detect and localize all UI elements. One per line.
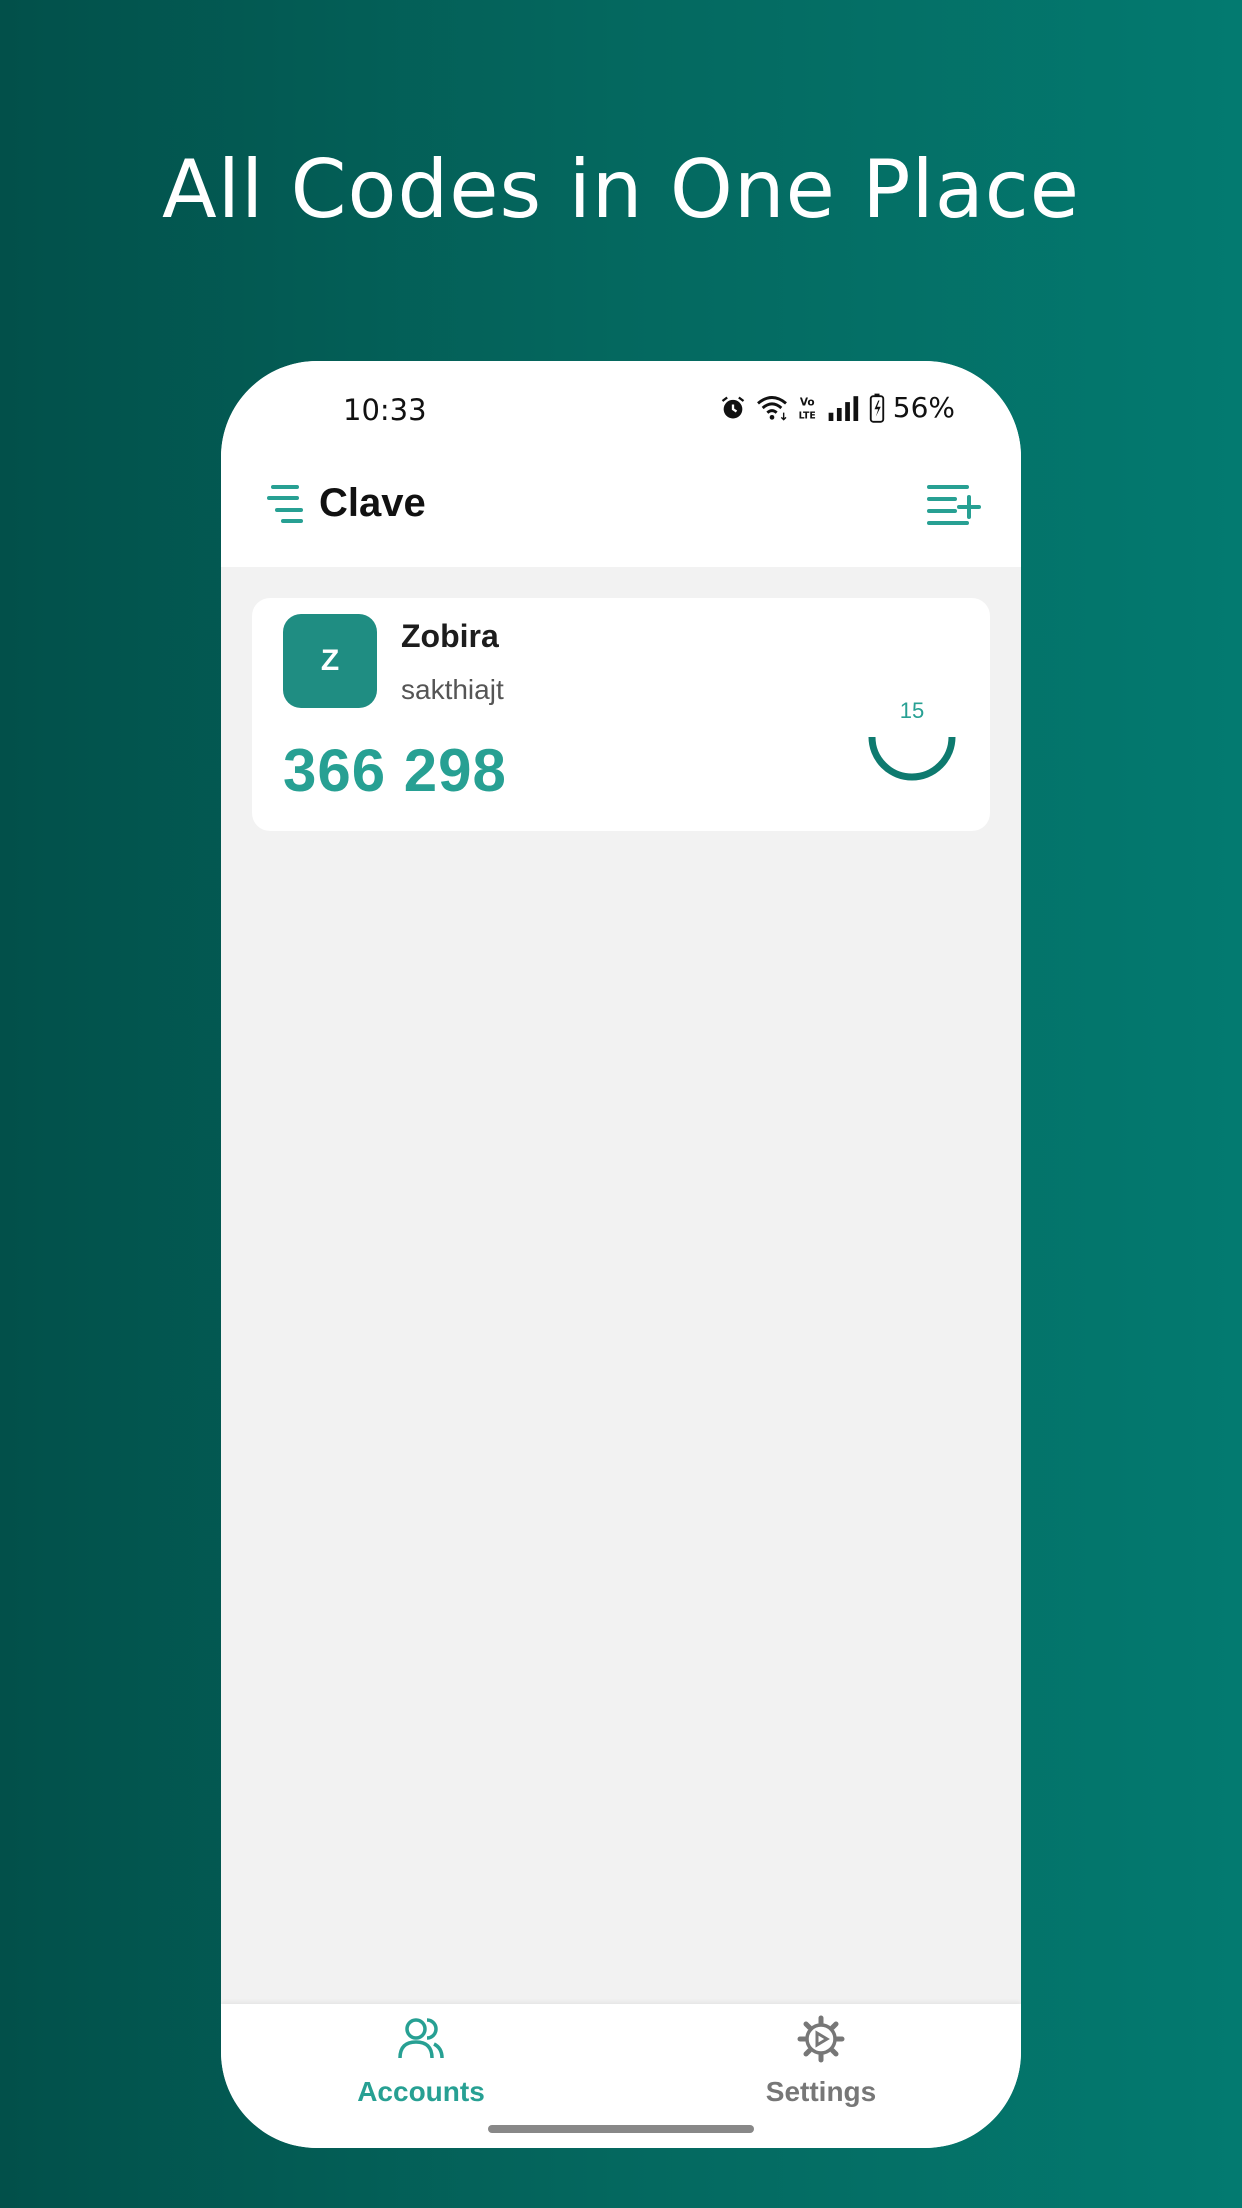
otp-code[interactable]: 366 298	[283, 736, 507, 805]
promo-headline: All Codes in One Place	[162, 143, 1080, 236]
wifi-icon	[756, 395, 787, 421]
status-icons: Vo LTE 56%	[719, 391, 955, 424]
signal-icon	[828, 395, 858, 421]
alarm-icon	[721, 396, 744, 418]
nav-settings[interactable]: Settings	[691, 2014, 951, 2108]
phone-screen: 10:33 Vo LTE 56% Clave Z Zobira sakthiaj…	[221, 361, 1021, 2148]
nav-settings-label: Settings	[765, 2076, 877, 2107]
account-card[interactable]: Z Zobira sakthiajt 366 298 15	[252, 598, 990, 831]
status-time: 10:33	[343, 393, 427, 427]
add-account-icon[interactable]	[925, 483, 981, 527]
svg-text:LTE: LTE	[798, 410, 815, 421]
account-avatar: Z	[283, 614, 377, 708]
app-title: Clave	[319, 481, 426, 525]
countdown-timer: 15	[865, 690, 959, 784]
account-username: sakthiajt	[401, 674, 504, 705]
accounts-icon	[398, 2018, 444, 2059]
menu-icon[interactable]	[267, 483, 307, 525]
nav-accounts-label: Accounts	[357, 2076, 485, 2107]
volte-icon: Vo LTE	[798, 396, 815, 421]
settings-gear-icon	[797, 2015, 845, 2063]
countdown-seconds: 15	[899, 698, 925, 723]
home-indicator[interactable]	[488, 2125, 754, 2133]
battery-charging-icon	[869, 393, 884, 423]
account-issuer: Zobira	[401, 618, 499, 654]
battery-percent: 56%	[892, 391, 955, 424]
app-bar: Clave	[221, 461, 1021, 567]
status-bar: 10:33 Vo LTE 56%	[221, 361, 1021, 461]
svg-text:Vo: Vo	[800, 396, 815, 408]
nav-accounts[interactable]: Accounts	[291, 2014, 551, 2108]
